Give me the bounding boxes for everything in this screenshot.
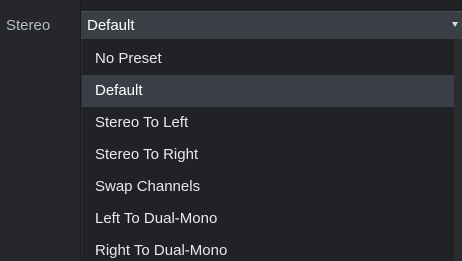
dropdown-option-swap-channels[interactable]: Swap Channels <box>82 171 455 203</box>
label-column: Stereo <box>0 0 81 261</box>
preset-dropdown-list: No Preset Default Stereo To Left Stereo … <box>81 39 455 261</box>
background-panel-edge <box>454 39 462 261</box>
chevron-down-icon[interactable] <box>452 22 458 27</box>
dropdown-option-stereo-to-right[interactable]: Stereo To Right <box>82 139 455 171</box>
dropdown-option-no-preset[interactable]: No Preset <box>82 43 455 75</box>
stereo-label: Stereo <box>6 17 51 34</box>
stereo-preset-select[interactable]: Default <box>81 11 462 39</box>
dropdown-option-left-to-dual-mono[interactable]: Left To Dual-Mono <box>82 203 455 235</box>
dropdown-option-stereo-to-left[interactable]: Stereo To Left <box>82 107 455 139</box>
stereo-preset-panel: Stereo Default No Preset Default Stereo … <box>0 0 462 261</box>
dropdown-option-default[interactable]: Default <box>82 75 455 107</box>
selected-value: Default <box>87 17 135 34</box>
dropdown-option-right-to-dual-mono[interactable]: Right To Dual-Mono <box>82 235 455 261</box>
